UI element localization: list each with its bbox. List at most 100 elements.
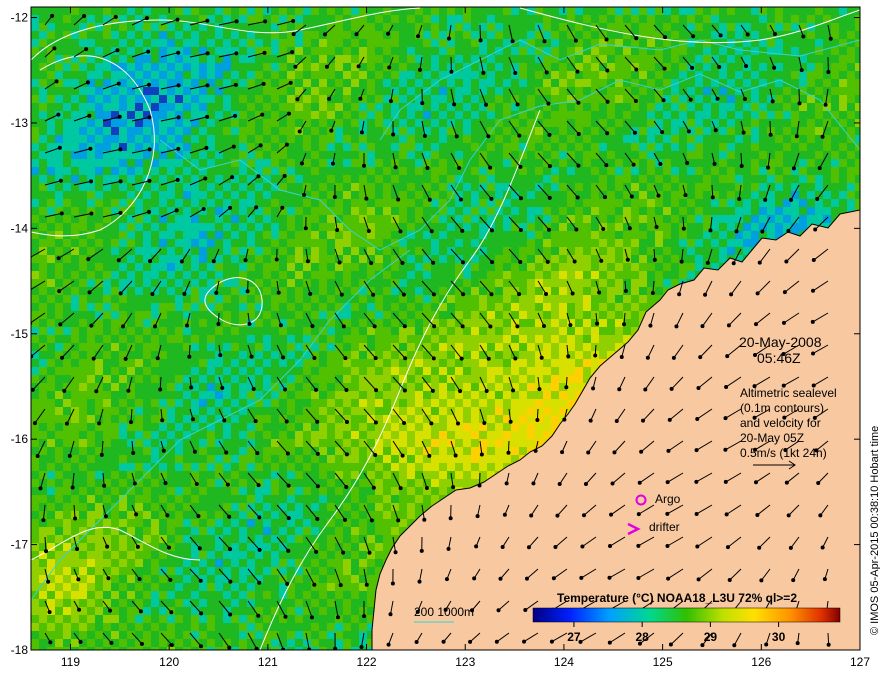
sst-cell <box>687 263 695 271</box>
sst-cell <box>511 335 519 343</box>
sst-cell <box>847 31 855 39</box>
sst-cell <box>183 263 191 271</box>
sst-cell <box>31 215 39 223</box>
sst-cell <box>255 215 263 223</box>
sst-cell <box>103 287 111 295</box>
sst-cell <box>815 151 823 159</box>
sst-cell <box>839 159 847 167</box>
sst-cell <box>287 55 295 63</box>
sst-cell <box>231 127 239 135</box>
sst-cell <box>407 127 415 135</box>
sst-cell <box>719 111 727 119</box>
sst-cell <box>359 183 367 191</box>
sst-cell <box>663 7 671 15</box>
sst-cell <box>327 223 335 231</box>
sst-cell <box>487 47 495 55</box>
sst-cell <box>599 7 607 15</box>
sst-cell <box>439 103 447 111</box>
sst-cell <box>279 119 287 127</box>
sst-cell <box>487 39 495 47</box>
sst-cell <box>647 239 655 247</box>
sst-cell <box>703 111 711 119</box>
sst-cell <box>471 231 479 239</box>
sst-cell <box>647 119 655 127</box>
sst-cell <box>111 135 119 143</box>
sst-cell <box>751 23 759 31</box>
sst-cell <box>727 95 735 103</box>
sst-cell <box>255 7 263 15</box>
sst-cell <box>87 271 95 279</box>
sst-cell <box>119 39 127 47</box>
sst-cell <box>607 199 615 207</box>
sst-cell <box>727 191 735 199</box>
sst-cell <box>71 159 79 167</box>
sst-cell <box>847 111 855 119</box>
sst-cell <box>647 7 655 15</box>
sst-cell <box>95 271 103 279</box>
sst-cell <box>167 271 175 279</box>
sst-cell <box>319 127 327 135</box>
sst-cell <box>495 87 503 95</box>
sst-cell <box>807 31 815 39</box>
sst-cell <box>447 7 455 15</box>
sst-cell <box>119 367 127 375</box>
sst-cell <box>239 95 247 103</box>
sst-cell <box>423 215 431 223</box>
sst-cell <box>407 183 415 191</box>
sst-cell <box>751 159 759 167</box>
sst-cell <box>263 7 271 15</box>
sst-cell <box>495 159 503 167</box>
sst-cell <box>215 71 223 79</box>
sst-cell <box>359 167 367 175</box>
sst-cell <box>559 279 567 287</box>
sst-cell <box>839 71 847 79</box>
sst-cell <box>599 247 607 255</box>
sst-cell <box>327 375 335 383</box>
sst-cell <box>215 63 223 71</box>
sst-cell <box>263 351 271 359</box>
sst-cell <box>167 103 175 111</box>
sst-cell <box>711 231 719 239</box>
sst-cell <box>39 279 47 287</box>
sst-cell <box>663 279 671 287</box>
sst-cell <box>47 207 55 215</box>
sst-cell <box>759 55 767 63</box>
sst-cell <box>47 335 55 343</box>
sst-cell <box>183 79 191 87</box>
sst-cell <box>367 119 375 127</box>
sst-cell <box>471 119 479 127</box>
sst-cell <box>607 279 615 287</box>
sst-cell <box>343 375 351 383</box>
sst-cell <box>735 63 743 71</box>
sst-cell <box>175 71 183 79</box>
sst-cell <box>759 47 767 55</box>
sst-cell <box>727 111 735 119</box>
sst-cell <box>39 295 47 303</box>
sst-cell <box>295 231 303 239</box>
sst-cell <box>175 95 183 103</box>
sst-cell <box>551 247 559 255</box>
sst-cell <box>463 335 471 343</box>
sst-cell <box>263 319 271 327</box>
sst-cell <box>47 175 55 183</box>
sst-cell <box>311 271 319 279</box>
sst-cell <box>655 15 663 23</box>
sst-cell <box>207 247 215 255</box>
sst-cell <box>335 335 343 343</box>
sst-cell <box>39 159 47 167</box>
sst-cell <box>231 303 239 311</box>
sst-cell <box>103 71 111 79</box>
sst-cell <box>255 271 263 279</box>
sst-cell <box>631 303 639 311</box>
sst-cell <box>319 311 327 319</box>
sst-cell <box>719 15 727 23</box>
sst-cell <box>471 71 479 79</box>
sst-cell <box>551 63 559 71</box>
sst-cell <box>695 111 703 119</box>
sst-cell <box>495 311 503 319</box>
sst-cell <box>719 247 727 255</box>
sst-cell <box>167 31 175 39</box>
sst-cell <box>159 191 167 199</box>
sst-cell <box>479 367 487 375</box>
sst-cell <box>423 367 431 375</box>
